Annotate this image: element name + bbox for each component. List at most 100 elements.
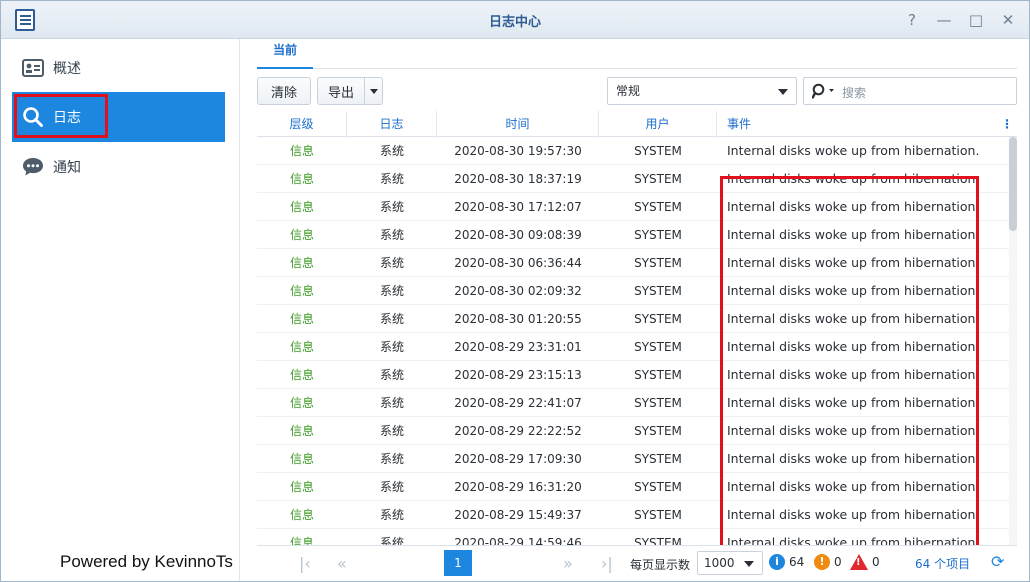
- log-type-select[interactable]: 常规: [607, 77, 797, 105]
- pagination-bar: |‹ « 1 » ›| 每页显示数 1000 i 64 ! 0 ! 0 64 个…: [257, 545, 1017, 581]
- cell-event: Internal disks woke up from hibernation.: [727, 227, 980, 242]
- per-page-select[interactable]: 1000: [697, 551, 763, 575]
- table-row[interactable]: 信息 系统 2020-08-29 15:49:37 SYSTEM Internal di…: [257, 501, 1009, 529]
- cell-time: 2020-08-30 19:57:30: [454, 144, 582, 158]
- cell-user: SYSTEM: [634, 424, 682, 438]
- cell-event: Internal disks woke up from hibernation.: [727, 395, 980, 410]
- table-row[interactable]: 信息 系统 2020-08-30 01:20:55 SYSTEM Internal di…: [257, 305, 1009, 333]
- cell-log: 系统: [379, 340, 404, 354]
- cell-time: 2020-08-30 17:12:07: [454, 200, 582, 214]
- window-title: 日志中心: [488, 15, 541, 30]
- help-button[interactable]: ?: [901, 9, 923, 31]
- cell-log: 系统: [379, 396, 404, 410]
- cell-time: 2020-08-30 02:09:32: [454, 284, 582, 298]
- cell-level: 信息: [289, 340, 314, 354]
- cell-event: Internal disks woke up from hibernation.: [727, 339, 980, 354]
- table-row[interactable]: 信息 系统 2020-08-29 22:22:52 SYSTEM Internal di…: [257, 417, 1009, 445]
- table-row[interactable]: 信息 系统 2020-08-30 02:09:32 SYSTEM Internal di…: [257, 277, 1009, 305]
- export-dropdown-button[interactable]: [364, 77, 383, 105]
- column-header-time[interactable]: 时间: [437, 111, 599, 137]
- cell-event: Internal disks woke up from hibernation.: [727, 143, 980, 158]
- last-page-icon[interactable]: ›|: [601, 554, 613, 573]
- column-header-event[interactable]: 事件 ⋮: [717, 111, 1017, 137]
- cell-level: 信息: [289, 256, 314, 270]
- error-status[interactable]: ! 0: [850, 554, 880, 570]
- minimize-button[interactable]: —: [933, 9, 955, 31]
- sidebar: 概述 日志 通知: [1, 39, 240, 581]
- cell-event: Internal disks woke up from hibernation.: [727, 283, 980, 298]
- column-header-log[interactable]: 日志: [347, 111, 437, 137]
- cell-level: 信息: [289, 284, 314, 298]
- chevron-down-icon: [369, 88, 378, 94]
- cell-time: 2020-08-29 23:15:13: [454, 368, 582, 382]
- cell-log: 系统: [379, 200, 404, 214]
- cell-event: Internal disks woke up from hibernation.: [727, 171, 980, 186]
- cell-level: 信息: [289, 200, 314, 214]
- cell-user: SYSTEM: [634, 368, 682, 382]
- scrollbar-thumb[interactable]: [1009, 137, 1017, 231]
- cell-log: 系统: [379, 228, 404, 242]
- export-button[interactable]: 导出: [317, 77, 365, 105]
- per-page-label: 每页显示数: [630, 558, 691, 572]
- current-page-button[interactable]: 1: [444, 550, 472, 576]
- table-row[interactable]: 信息 系统 2020-08-30 19:57:30 SYSTEM Internal di…: [257, 137, 1009, 165]
- warning-status[interactable]: ! 0: [814, 554, 842, 570]
- cell-user: SYSTEM: [634, 172, 682, 186]
- vertical-scrollbar[interactable]: [1009, 137, 1017, 545]
- cell-event: Internal disks woke up from hibernation.: [727, 479, 980, 494]
- tab-current[interactable]: 当前: [257, 39, 314, 69]
- powered-by-label: Powered by KevinnoTs: [60, 552, 233, 571]
- sidebar-item-log[interactable]: 日志: [12, 92, 225, 142]
- sidebar-item-overview[interactable]: 概述: [12, 43, 225, 93]
- table-row[interactable]: 信息 系统 2020-08-30 17:12:07 SYSTEM Internal di…: [257, 193, 1009, 221]
- cell-log: 系统: [379, 256, 404, 270]
- column-header-level[interactable]: 层级: [257, 111, 347, 137]
- cell-log: 系统: [379, 508, 404, 522]
- cell-user: SYSTEM: [634, 256, 682, 270]
- next-page-icon[interactable]: »: [563, 554, 573, 573]
- table-row[interactable]: 信息 系统 2020-08-29 16:31:20 SYSTEM Internal di…: [257, 473, 1009, 501]
- cell-user: SYSTEM: [634, 340, 682, 354]
- clear-button[interactable]: 清除: [257, 77, 311, 105]
- cell-log: 系统: [379, 368, 404, 382]
- cell-level: 信息: [289, 508, 314, 522]
- cell-level: 信息: [289, 144, 314, 158]
- maximize-button[interactable]: □: [965, 9, 987, 31]
- table-row[interactable]: 信息 系统 2020-08-29 17:09:30 SYSTEM Internal di…: [257, 445, 1009, 473]
- search-input[interactable]: 搜索: [803, 77, 1017, 105]
- search-icon[interactable]: [811, 83, 838, 103]
- sidebar-item-label: 概述: [53, 61, 81, 77]
- info-count: 64: [789, 555, 805, 569]
- info-status[interactable]: i 64: [769, 554, 804, 570]
- column-menu-icon[interactable]: ⋮: [1001, 111, 1013, 137]
- table-body: 信息 系统 2020-08-30 19:57:30 SYSTEM Internal di…: [257, 137, 1009, 545]
- cell-level: 信息: [289, 172, 314, 186]
- sidebar-item-notification[interactable]: 通知: [12, 142, 225, 192]
- per-page-value: 1000: [704, 556, 735, 570]
- table-row[interactable]: 信息 系统 2020-08-30 09:08:39 SYSTEM Internal di…: [257, 221, 1009, 249]
- cell-user: SYSTEM: [634, 480, 682, 494]
- cell-user: SYSTEM: [634, 452, 682, 466]
- table-row[interactable]: 信息 系统 2020-08-29 23:31:01 SYSTEM Internal di…: [257, 333, 1009, 361]
- chevron-down-icon: [778, 89, 788, 95]
- close-button[interactable]: ✕: [997, 9, 1019, 31]
- table-row[interactable]: 信息 系统 2020-08-30 06:36:44 SYSTEM Internal di…: [257, 249, 1009, 277]
- column-header-user[interactable]: 用户: [599, 111, 717, 137]
- first-page-icon[interactable]: |‹: [299, 554, 311, 573]
- table-row[interactable]: 信息 系统 2020-08-29 23:15:13 SYSTEM Internal di…: [257, 361, 1009, 389]
- column-header-event-label: 事件: [727, 117, 752, 131]
- sidebar-item-label: 日志: [53, 110, 81, 126]
- cell-event: Internal disks woke up from hibernation.: [727, 255, 980, 270]
- table-row[interactable]: 信息 系统 2020-08-29 14:59:46 SYSTEM Internal di…: [257, 529, 1009, 545]
- table-row[interactable]: 信息 系统 2020-08-30 18:37:19 SYSTEM Internal di…: [257, 165, 1009, 193]
- cell-log: 系统: [379, 144, 404, 158]
- cell-time: 2020-08-29 22:41:07: [454, 396, 582, 410]
- previous-page-icon[interactable]: «: [337, 554, 347, 573]
- table-row[interactable]: 信息 系统 2020-08-29 22:41:07 SYSTEM Internal di…: [257, 389, 1009, 417]
- cell-user: SYSTEM: [634, 536, 682, 545]
- cell-level: 信息: [289, 228, 314, 242]
- refresh-icon[interactable]: ⟳: [991, 552, 1004, 571]
- log-table: 层级 日志 时间 用户 事件 ⋮ 信息 系统 2020-08-30 19:57:30…: [257, 111, 1017, 545]
- overview-card-icon: [22, 57, 44, 79]
- search-placeholder: 搜索: [842, 86, 867, 100]
